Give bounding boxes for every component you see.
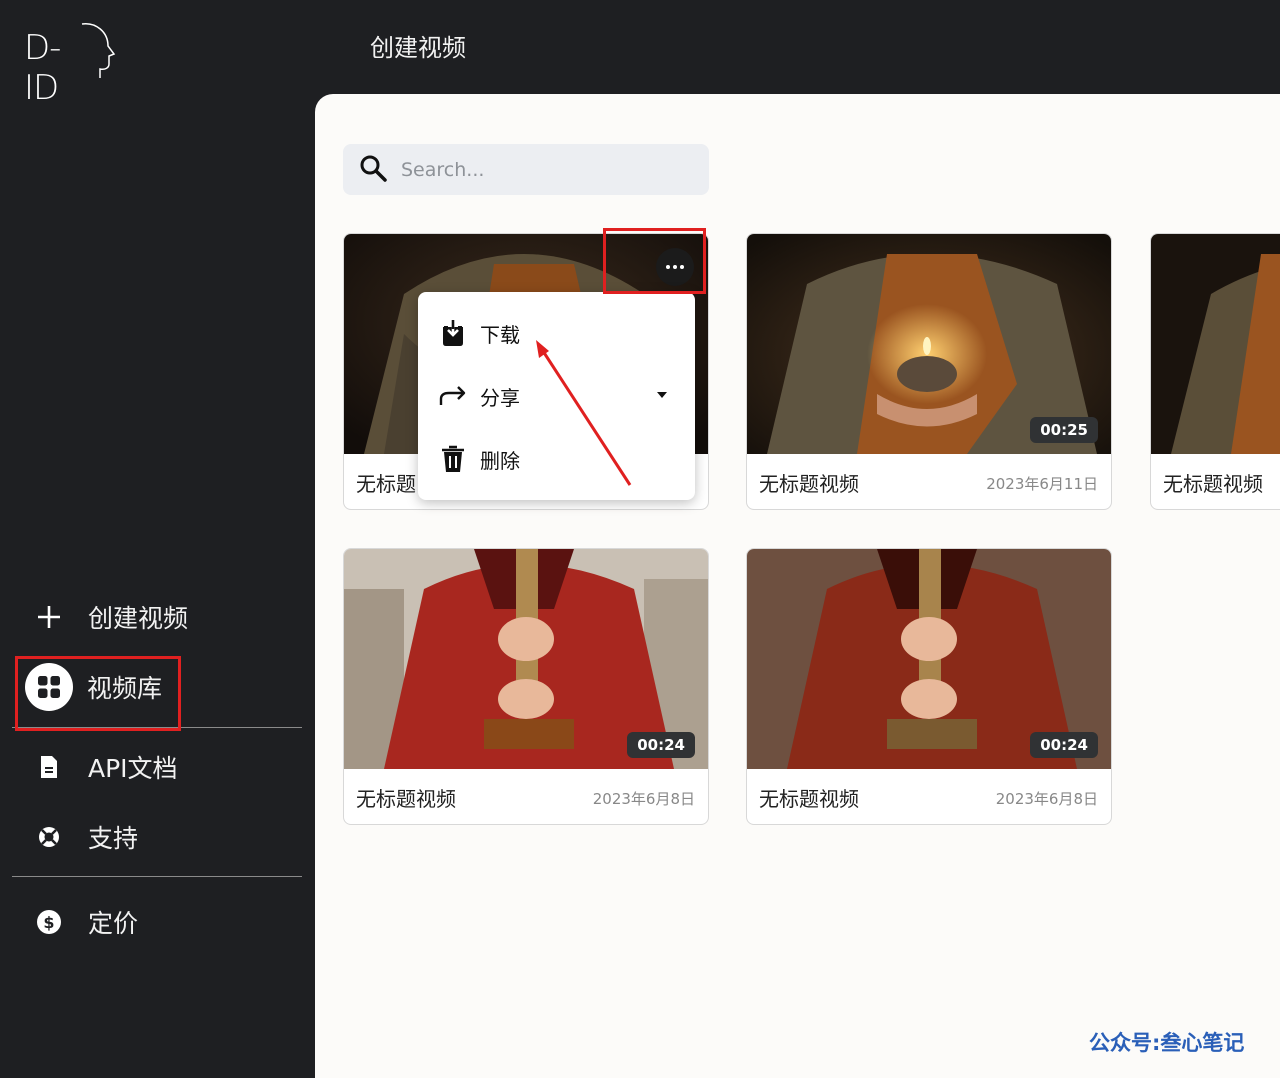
sidebar-nav: 创建视频 视频库 API文档 支持 $ 定价	[12, 586, 302, 953]
annotation-arrow	[536, 340, 632, 486]
sidebar-item-label: 视频库	[87, 674, 163, 703]
page-title: 创建视频	[370, 34, 466, 62]
svg-text:$: $	[43, 913, 54, 932]
sidebar-item-label: 支持	[88, 824, 139, 853]
grid-icon	[25, 663, 73, 711]
sidebar-item-create-video[interactable]: 创建视频	[12, 586, 302, 648]
document-icon	[36, 754, 62, 780]
watermark: 公众号:叁心笔记	[1089, 1031, 1245, 1055]
lifebuoy-icon	[36, 824, 62, 850]
sidebar-item-api-docs[interactable]: API文档	[12, 736, 302, 798]
nav-divider	[12, 876, 302, 877]
plus-icon	[36, 604, 62, 630]
d-id-logo[interactable]: D-ID	[24, 20, 116, 108]
sidebar-item-label: API文档	[88, 754, 178, 783]
dollar-icon: $	[36, 909, 62, 935]
sidebar-item-video-library[interactable]: 视频库	[12, 656, 302, 718]
nav-divider	[12, 727, 302, 728]
sidebar-item-support[interactable]: 支持	[12, 806, 302, 868]
sidebar-item-label: 创建视频	[88, 604, 189, 633]
head-profile-icon	[81, 23, 116, 78]
sidebar-item-label: 定价	[88, 909, 139, 938]
video-library-panel: 无标题 00:25 无标题视频 2023年6月11日	[315, 94, 1280, 1078]
sidebar-item-pricing[interactable]: $ 定价	[12, 891, 302, 953]
